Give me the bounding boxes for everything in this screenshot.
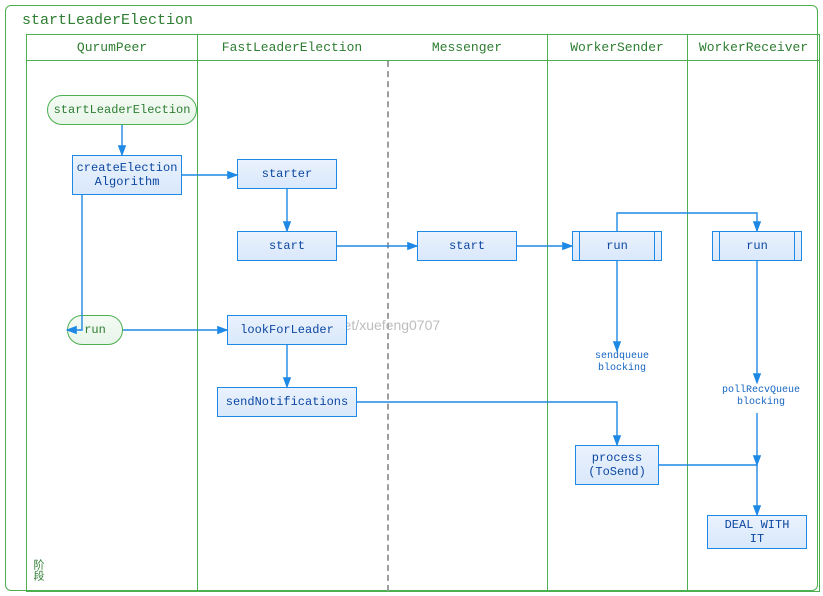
node-startleaderelection: startLeaderElection xyxy=(47,95,197,125)
col-header-qurumpeer: QurumPeer xyxy=(27,35,197,61)
outer-border: startLeaderElection QurumPeer FastLeader… xyxy=(5,5,818,591)
col-header-fle: FastLeaderElection xyxy=(197,35,387,61)
node-starter: starter xyxy=(237,159,337,189)
col-sep-1 xyxy=(197,35,198,591)
node-sendnotifications: sendNotifications xyxy=(217,387,357,417)
diagram-frame: startLeaderElection QurumPeer FastLeader… xyxy=(0,0,823,596)
node-run-ws-label: run xyxy=(606,239,628,253)
node-run-ws: run xyxy=(572,231,662,261)
node-dealwithit: DEAL WITH IT xyxy=(707,515,807,549)
node-createelectionalgorithm: createElection Algorithm xyxy=(72,155,182,195)
node-start-fle: start xyxy=(237,231,337,261)
col-sep-4 xyxy=(687,35,688,591)
node-run-qp: run xyxy=(67,315,123,345)
col-header-workerreceiver: WorkerReceiver xyxy=(687,35,820,61)
ann-pollrecvqueue: pollRecvQueue blocking xyxy=(721,385,801,408)
ann-sendqueue: sendqueue blocking xyxy=(592,351,652,374)
node-start-msg: start xyxy=(417,231,517,261)
node-process-tosend: process (ToSend) xyxy=(575,445,659,485)
col-header-messenger: Messenger xyxy=(387,35,547,61)
node-lookforleader: lookForLeader xyxy=(227,315,347,345)
diagram-title: startLeaderElection xyxy=(22,12,193,29)
col-header-workersender: WorkerSender xyxy=(547,35,687,61)
node-run-wr-label: run xyxy=(746,239,768,253)
side-label: 阶段 xyxy=(29,559,45,581)
inner-frame: QurumPeer FastLeaderElection Messenger W… xyxy=(26,34,820,592)
col-sep-3 xyxy=(547,35,548,591)
node-run-wr: run xyxy=(712,231,802,261)
